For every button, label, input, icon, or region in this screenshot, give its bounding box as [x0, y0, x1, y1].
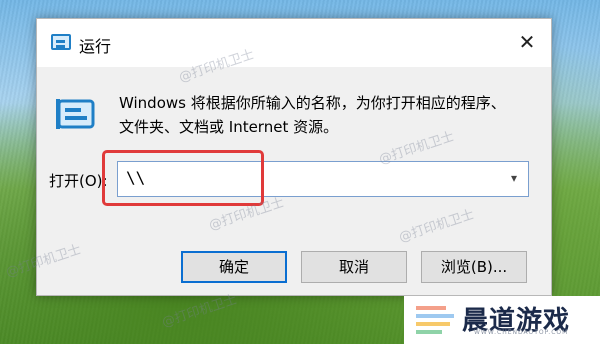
brand-subtitle: WWW.CHENDAOTOP.COM	[474, 329, 569, 336]
chevron-down-icon[interactable]: ▾	[506, 170, 522, 186]
dialog-title: 运行	[79, 37, 112, 56]
run-app-icon	[51, 34, 71, 50]
close-icon[interactable]: ✕	[515, 30, 539, 54]
watermark: @打印机卫士	[397, 207, 477, 246]
highlight-annotation	[102, 150, 264, 206]
cancel-button[interactable]: 取消	[301, 251, 407, 283]
title-bar: 运行 ✕	[37, 19, 551, 67]
description-line-2: 文件夹、文档或 Internet 资源。	[119, 118, 339, 136]
brand-logo-icon	[416, 306, 454, 334]
browse-button[interactable]: 浏览(B)...	[421, 251, 527, 283]
run-icon	[56, 99, 95, 129]
run-dialog: 运行 ✕ Windows 将根据你所输入的名称，为你打开相应的程序、 文件夹、文…	[36, 18, 552, 296]
ok-button[interactable]: 确定	[181, 251, 287, 283]
brand-badge: 晨道游戏 WWW.CHENDAOTOP.COM	[404, 296, 600, 344]
dialog-description: Windows 将根据你所输入的名称，为你打开相应的程序、 文件夹、文档或 In…	[119, 91, 539, 139]
description-line-1: Windows 将根据你所输入的名称，为你打开相应的程序、	[119, 94, 506, 112]
open-label: 打开(O):	[49, 172, 108, 190]
